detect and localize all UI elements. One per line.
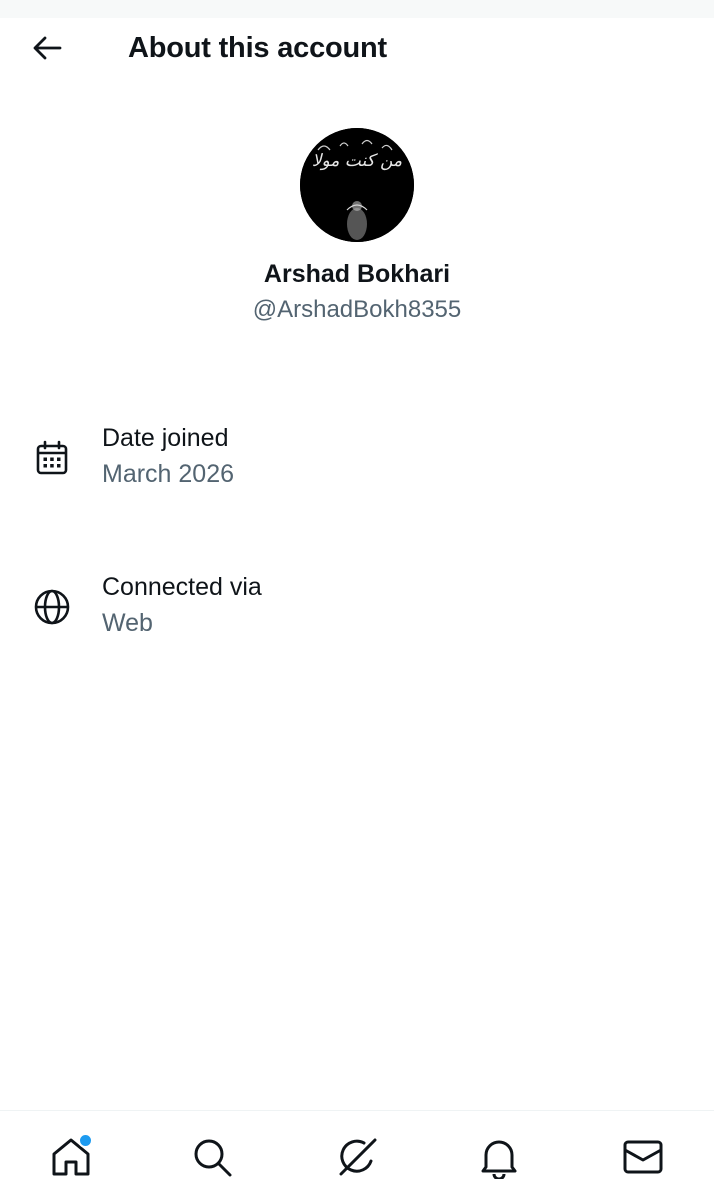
date-joined-value: March 2026 <box>102 460 235 488</box>
grok-icon <box>339 1138 377 1176</box>
date-joined-label: Date joined <box>102 424 229 452</box>
page-title: About this account <box>128 32 388 64</box>
nav-home[interactable] <box>47 1133 95 1181</box>
nav-search[interactable] <box>188 1133 236 1181</box>
status-bar-strip <box>0 0 714 18</box>
date-joined-row: Date joined March 2026 <box>0 420 714 500</box>
header: About this account <box>0 18 714 78</box>
notification-dot <box>78 1133 93 1148</box>
arrow-left-icon <box>33 36 62 60</box>
bottom-nav <box>0 1110 714 1201</box>
display-name: Arshad Bokhari <box>263 260 451 288</box>
globe-icon <box>32 587 72 627</box>
connected-via-row: Connected via Web <box>0 569 714 649</box>
search-icon <box>194 1139 232 1177</box>
avatar-calligraphy: من كنت مولا <box>312 151 402 171</box>
nav-grok[interactable] <box>333 1133 381 1181</box>
back-button[interactable] <box>22 28 72 68</box>
connected-via-label: Connected via <box>102 573 262 601</box>
nav-notifications[interactable] <box>475 1133 523 1181</box>
nav-messages[interactable] <box>619 1133 667 1181</box>
bell-icon <box>481 1140 517 1179</box>
avatar-image: من كنت مولا <box>300 128 414 242</box>
handle: @ArshadBokh8355 <box>252 296 462 323</box>
connected-via-value: Web <box>102 609 153 637</box>
calendar-icon <box>32 438 72 478</box>
avatar[interactable]: من كنت مولا <box>300 128 414 242</box>
mail-icon <box>623 1140 663 1174</box>
profile-summary: من كنت مولا Arshad Bokhari @ArshadBokh83… <box>0 128 714 326</box>
